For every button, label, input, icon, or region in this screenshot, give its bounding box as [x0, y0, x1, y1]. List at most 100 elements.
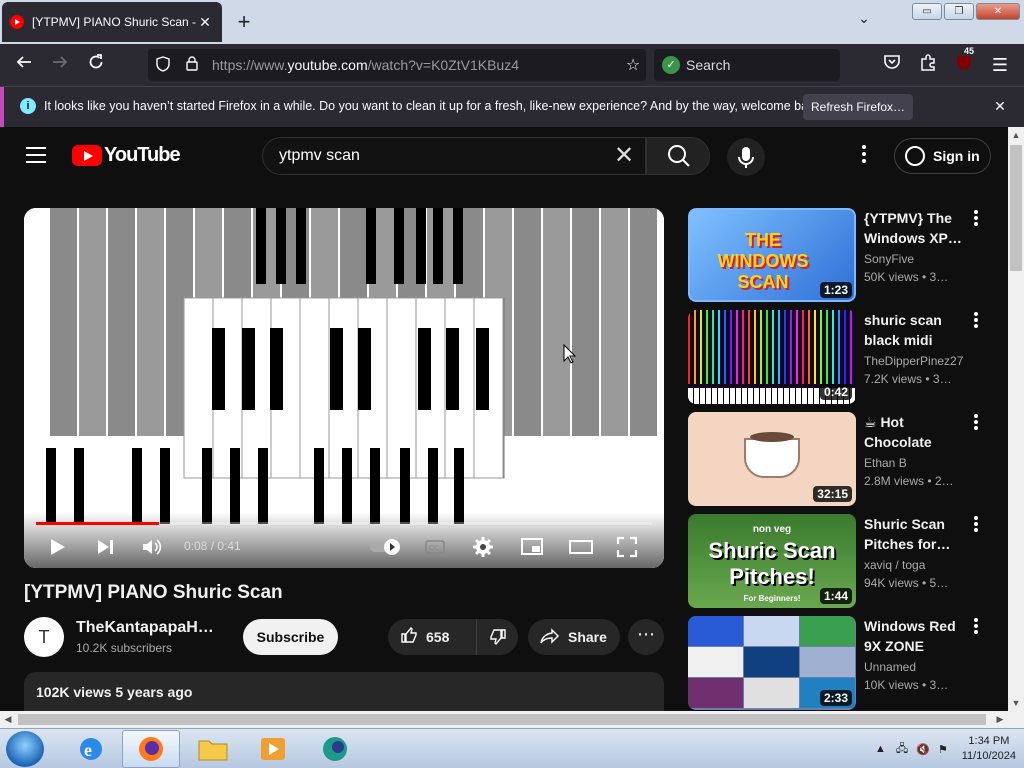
- reload-icon[interactable]: [84, 53, 108, 77]
- horizontal-scroll-thumb[interactable]: [18, 714, 986, 725]
- subscribe-button[interactable]: Subscribe: [243, 619, 338, 655]
- show-hidden-icons-icon[interactable]: ▲: [875, 743, 886, 755]
- recommendation-title[interactable]: Windows Red 9X ZONE: [864, 616, 968, 656]
- recommendation-title[interactable]: Shuric Scan Pitches for…: [864, 514, 968, 554]
- clear-search-icon[interactable]: ✕: [611, 138, 637, 174]
- address-bar[interactable]: https://www.youtube.com/watch?v=K0ZtV1KB…: [148, 49, 646, 81]
- notification-accent-stripe: [0, 87, 4, 127]
- recommendation-item[interactable]: 32:15 ☕ Hot Chocolate [lof… Ethan B 2.8M…: [688, 412, 998, 506]
- internet-explorer-icon[interactable]: e: [62, 730, 120, 768]
- youtube-search-input[interactable]: ytpmv scan ✕: [262, 137, 646, 175]
- video-thumbnail[interactable]: 0:42: [688, 310, 856, 404]
- channel-name[interactable]: TheKantapapaHO…: [76, 619, 226, 637]
- search-engine-icon[interactable]: ✓: [662, 56, 680, 74]
- recommendation-channel[interactable]: Ethan B: [864, 456, 907, 470]
- recommendation-menu-icon[interactable]: [970, 312, 982, 332]
- vertical-scrollbar[interactable]: ▲ ▼: [1008, 127, 1024, 711]
- recommendation-channel[interactable]: Unnamed: [864, 660, 916, 674]
- clock[interactable]: 1:34 PM 11/10/2024: [962, 734, 1016, 764]
- search-button[interactable]: [646, 137, 710, 175]
- recommendation-item[interactable]: 2:33 Windows Red 9X ZONE Unnamed 10K vie…: [688, 616, 998, 710]
- description-box[interactable]: 102K views 5 years ago: [24, 672, 664, 711]
- player-controls: 0:08 / 0:41 CC: [24, 512, 664, 568]
- recommendation-channel[interactable]: TheDipperPinez27: [864, 354, 963, 368]
- share-button[interactable]: Share: [528, 619, 620, 655]
- media-player-icon[interactable]: [244, 730, 302, 768]
- window-close-button[interactable]: ✕: [976, 3, 1020, 20]
- youtube-page: YouTube ytpmv scan ✕ Sign in 0:08 / 0:41…: [0, 127, 1008, 711]
- recommendation-title[interactable]: shuric scan black midi: [864, 310, 968, 350]
- dislike-button[interactable]: [476, 619, 518, 655]
- guide-menu-icon[interactable]: [26, 147, 46, 163]
- scroll-up-arrow-icon[interactable]: ▲: [1008, 127, 1024, 143]
- lock-icon[interactable]: [186, 56, 206, 74]
- recommendation-title[interactable]: ☕ Hot Chocolate [lof…: [864, 412, 968, 452]
- video-duration: 1:44: [819, 588, 852, 604]
- video-duration: 1:23: [819, 282, 852, 298]
- subscriber-count: 10.2K subscribers: [76, 641, 173, 655]
- like-dislike-group: 658: [388, 619, 518, 655]
- ublock-origin-icon[interactable]: [952, 53, 976, 77]
- youtube-logo[interactable]: YouTube: [72, 144, 181, 167]
- recommendation-menu-icon[interactable]: [970, 414, 982, 434]
- recommendation-menu-icon[interactable]: [970, 516, 982, 536]
- file-explorer-icon[interactable]: [184, 730, 242, 768]
- bookmark-star-icon[interactable]: ☆: [620, 55, 646, 75]
- start-button[interactable]: [6, 731, 44, 767]
- back-arrow-icon[interactable]: [12, 53, 36, 77]
- firefox-notification-bar: i It looks like you haven’t started Fire…: [0, 86, 1024, 127]
- refresh-firefox-button[interactable]: Refresh Firefox…: [803, 94, 913, 120]
- youtube-favicon-icon: [10, 15, 24, 29]
- voice-search-button[interactable]: [727, 138, 765, 176]
- minimize-button[interactable]: ▭: [912, 3, 942, 20]
- app-taskbar-icon[interactable]: [306, 730, 364, 768]
- like-count: 658: [426, 629, 450, 645]
- firefox-taskbar-icon[interactable]: [122, 730, 180, 768]
- svg-text:e: e: [84, 740, 92, 760]
- scroll-down-arrow-icon[interactable]: ▼: [1008, 695, 1024, 711]
- windows-taskbar: e ▲ 🖧 🔇 ⚑ 1:34 PM 11/10/2024: [0, 728, 1024, 768]
- video-thumbnail[interactable]: non veg Shuric Scan Pitches! For Beginne…: [688, 514, 856, 608]
- browser-tab[interactable]: [YTPMV] PIANO Shuric Scan - YouTube ✕: [2, 2, 222, 42]
- tracking-protection-shield-icon[interactable]: [156, 55, 176, 75]
- action-center-flag-icon[interactable]: ⚑: [938, 743, 948, 756]
- scroll-left-arrow-icon[interactable]: ◀: [0, 711, 16, 728]
- recommendation-channel[interactable]: SonyFive: [864, 252, 914, 266]
- recommendation-item[interactable]: non veg Shuric Scan Pitches! For Beginne…: [688, 514, 998, 608]
- video-title: [YTPMV] PIANO Shuric Scan: [24, 582, 283, 603]
- forward-arrow-icon[interactable]: [48, 53, 72, 77]
- network-icon[interactable]: 🖧: [896, 740, 908, 759]
- extensions-puzzle-icon[interactable]: [916, 53, 940, 77]
- more-actions-button[interactable]: ⋯: [628, 619, 664, 655]
- new-tab-button[interactable]: +: [232, 8, 256, 36]
- like-button[interactable]: 658: [388, 619, 468, 655]
- scroll-right-arrow-icon[interactable]: ▶: [992, 711, 1008, 728]
- app-menu-hamburger-icon[interactable]: ☰: [988, 53, 1012, 77]
- horizontal-scrollbar[interactable]: ◀ ▶: [0, 711, 1024, 728]
- video-duration: 0:42: [819, 384, 852, 400]
- recommendation-channel[interactable]: xaviq / toga: [864, 558, 925, 572]
- notification-close-icon[interactable]: ✕: [990, 96, 1010, 116]
- microphone-icon: [738, 147, 754, 168]
- recommendation-menu-icon[interactable]: [970, 210, 982, 230]
- recommendation-item[interactable]: THE WINDOWS SCAN 1:23 {YTPMV} The Window…: [688, 208, 998, 302]
- settings-more-icon[interactable]: [854, 145, 874, 167]
- video-player[interactable]: 0:08 / 0:41 CC: [24, 208, 664, 568]
- recommendation-menu-icon[interactable]: [970, 618, 982, 638]
- recommendation-title[interactable]: {YTPMV} The Windows XP…: [864, 208, 968, 248]
- volume-muted-icon[interactable]: 🔇: [916, 743, 930, 756]
- recommendation-item[interactable]: 0:42 shuric scan black midi TheDipperPin…: [688, 310, 998, 404]
- list-all-tabs-icon[interactable]: ⌄: [852, 10, 876, 34]
- sign-in-button[interactable]: Sign in: [894, 138, 991, 174]
- video-thumbnail[interactable]: 32:15: [688, 412, 856, 506]
- vertical-scroll-thumb[interactable]: [1010, 145, 1022, 271]
- video-thumbnail[interactable]: 2:33: [688, 616, 856, 710]
- browser-nav-bar: https://www.youtube.com/watch?v=K0ZtV1KB…: [0, 44, 1024, 86]
- progress-bar[interactable]: [36, 522, 652, 525]
- tab-close-icon[interactable]: ✕: [196, 14, 214, 31]
- browser-search-field[interactable]: ✓ Search: [654, 49, 840, 81]
- pocket-icon[interactable]: [880, 53, 904, 77]
- channel-avatar[interactable]: T: [24, 617, 64, 657]
- video-thumbnail[interactable]: THE WINDOWS SCAN 1:23: [688, 208, 856, 302]
- restore-button[interactable]: ❐: [944, 3, 974, 20]
